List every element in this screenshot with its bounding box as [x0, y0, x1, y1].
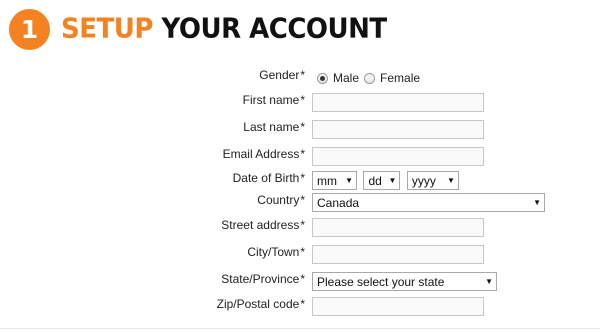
gender-male-label[interactable]: Male [333, 71, 359, 85]
last-name-row: Last name* [0, 120, 600, 142]
country-field: Canada ▼ [312, 193, 545, 212]
city-row: City/Town* [0, 245, 600, 267]
dob-year-select[interactable]: yyyy ▼ [406, 171, 459, 190]
zip-row: Zip/Postal code* [0, 297, 600, 319]
chevron-down-icon: ▼ [446, 176, 455, 185]
state-row: State/Province* Please select your state… [0, 272, 600, 294]
email-row: Email Address* [0, 147, 600, 169]
title-accent: SETUP [61, 13, 153, 45]
street-label: Street address* [221, 218, 305, 232]
chevron-down-icon: ▼ [388, 176, 397, 185]
email-label: Email Address* [222, 147, 305, 161]
chevron-down-icon: ▼ [345, 176, 353, 185]
street-row: Street address* [0, 218, 600, 240]
chevron-down-icon: ▼ [533, 198, 541, 207]
first-name-row: First name* [0, 93, 600, 115]
dob-year-value: yyyy [411, 173, 436, 188]
page-title: SETUP YOUR ACCOUNT [61, 13, 387, 45]
state-field: Please select your state ▼ [312, 272, 497, 291]
dob-day-value: dd [368, 173, 382, 188]
dob-label: Date of Birth* [232, 171, 305, 185]
state-select[interactable]: Please select your state ▼ [312, 272, 497, 291]
gender-male-radio[interactable] [317, 72, 328, 84]
city-label: City/Town* [247, 245, 305, 259]
gender-row: Gender* Male Female [0, 68, 600, 90]
last-name-input[interactable] [312, 120, 484, 139]
dob-day-select[interactable]: dd ▼ [363, 171, 401, 190]
first-name-label: First name* [242, 93, 305, 107]
first-name-input[interactable] [312, 93, 484, 112]
dob-month-select[interactable]: mm ▼ [312, 171, 357, 190]
state-value: Please select your state [317, 274, 445, 289]
state-label: State/Province* [221, 272, 305, 286]
section-divider [0, 328, 600, 329]
dob-selects: mm ▼ dd ▼ yyyy ▼ [312, 171, 459, 190]
chevron-down-icon: ▼ [485, 277, 493, 286]
last-name-label: Last name* [243, 120, 305, 134]
country-row: Country* Canada ▼ [0, 193, 600, 215]
gender-radio-group: Male Female [317, 71, 425, 85]
country-select[interactable]: Canada ▼ [312, 193, 545, 212]
title-rest: YOUR ACCOUNT [161, 13, 387, 45]
zip-input[interactable] [312, 297, 484, 316]
zip-label: Zip/Postal code* [216, 297, 305, 311]
gender-label: Gender* [259, 68, 305, 82]
country-label: Country* [257, 193, 305, 207]
dob-row: Date of Birth* mm ▼ dd ▼ yyyy ▼ [0, 171, 600, 193]
gender-female-label[interactable]: Female [380, 71, 420, 85]
country-value: Canada [317, 195, 360, 210]
gender-female-radio[interactable] [364, 72, 376, 84]
street-input[interactable] [312, 218, 484, 237]
city-input[interactable] [312, 245, 484, 264]
email-input[interactable] [312, 147, 484, 166]
step-number-badge: 1 [9, 9, 50, 50]
dob-month-value: mm [317, 173, 337, 188]
